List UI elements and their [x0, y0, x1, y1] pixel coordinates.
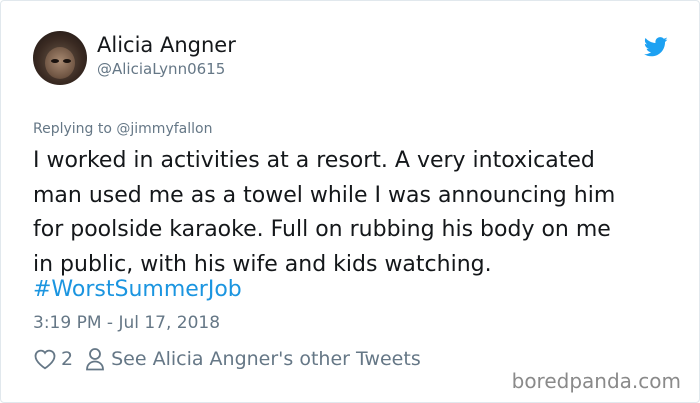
replying-to: Replying to @jimmyfallon [33, 121, 212, 137]
heart-icon[interactable] [33, 348, 57, 370]
avatar[interactable] [33, 31, 87, 85]
person-icon [86, 348, 104, 371]
twitter-bird-icon[interactable] [644, 37, 668, 57]
display-name[interactable]: Alicia Angner [97, 33, 236, 57]
like-count: 2 [61, 348, 74, 370]
tweet-timestamp[interactable]: 3:19 PM - Jul 17, 2018 [33, 313, 220, 333]
tweet-footer: 2 See Alicia Angner's other Tweets [33, 347, 421, 371]
watermark: boredpanda.com [511, 369, 681, 393]
hashtag-link[interactable]: #WorstSummerJob [33, 277, 242, 302]
reply-prefix: Replying to [33, 121, 117, 137]
reply-mention-link[interactable]: @jimmyfallon [116, 121, 212, 137]
tweet-card: Alicia Angner @AliciaLynn0615 Replying t… [0, 0, 700, 403]
other-tweets-link[interactable]: See Alicia Angner's other Tweets [111, 348, 421, 370]
user-handle[interactable]: @AliciaLynn0615 [97, 60, 225, 78]
tweet-text: I worked in activities at a resort. A ve… [33, 148, 616, 277]
